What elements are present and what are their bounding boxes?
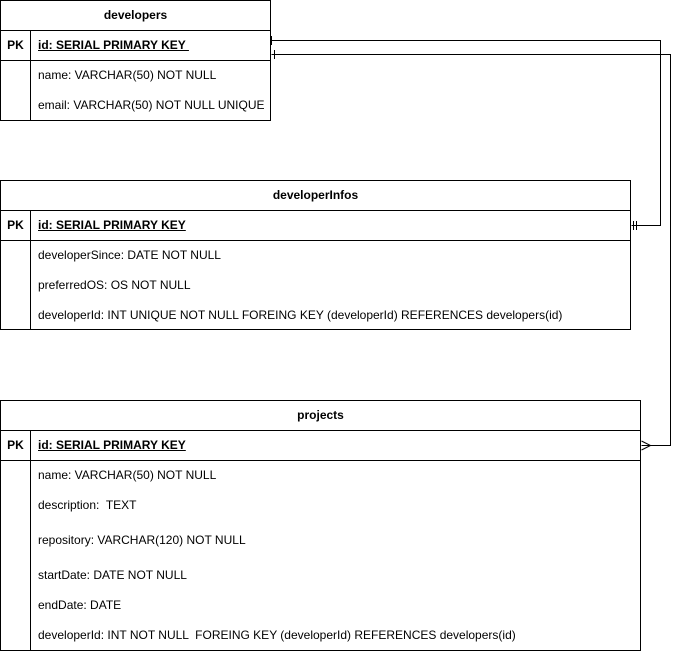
pk-label: PK xyxy=(1,211,31,240)
entity-developers[interactable]: developers PK id: SERIAL PRIMARY KEY nam… xyxy=(0,0,271,121)
field: developerSince: DATE NOT NULL xyxy=(38,248,221,262)
pk-field: id: SERIAL PRIMARY KEY xyxy=(38,38,189,52)
field: developerId: INT NOT NULL FOREING KEY (d… xyxy=(38,628,516,642)
pk-row: PK id: SERIAL PRIMARY KEY xyxy=(1,31,270,61)
entity-title: projects xyxy=(1,401,640,431)
key-column xyxy=(1,241,31,329)
pk-field: id: SERIAL PRIMARY KEY xyxy=(38,438,186,452)
field: preferredOS: OS NOT NULL xyxy=(38,278,191,292)
field: name: VARCHAR(50) NOT NULL xyxy=(38,68,217,82)
field: startDate: DATE NOT NULL xyxy=(38,568,187,582)
entity-projects[interactable]: projects PK id: SERIAL PRIMARY KEY name:… xyxy=(0,400,641,651)
field-list: name: VARCHAR(50) NOT NULL email: VARCHA… xyxy=(1,61,270,120)
many-marker xyxy=(641,440,652,451)
pk-row: PK id: SERIAL PRIMARY KEY xyxy=(1,211,630,241)
entity-developerInfos[interactable]: developerInfos PK id: SERIAL PRIMARY KEY… xyxy=(0,180,631,330)
pk-label: PK xyxy=(1,31,31,60)
field-list: name: VARCHAR(50) NOT NULL description: … xyxy=(1,461,640,650)
pk-label: PK xyxy=(1,431,31,460)
field: name: VARCHAR(50) NOT NULL xyxy=(38,468,217,482)
field: repository: VARCHAR(120) NOT NULL xyxy=(38,533,246,547)
field: endDate: DATE xyxy=(38,598,122,612)
key-column xyxy=(1,461,31,650)
field-list: developerSince: DATE NOT NULL preferredO… xyxy=(1,241,630,329)
one-and-only-one-marker xyxy=(633,221,637,230)
entity-title: developerInfos xyxy=(1,181,630,211)
field: email: VARCHAR(50) NOT NULL UNIQUE xyxy=(38,98,265,112)
entity-title: developers xyxy=(1,1,270,31)
pk-row: PK id: SERIAL PRIMARY KEY xyxy=(1,431,640,461)
pk-field: id: SERIAL PRIMARY KEY xyxy=(38,218,186,232)
field: developerId: INT UNIQUE NOT NULL FOREING… xyxy=(38,308,563,322)
key-column xyxy=(1,61,31,120)
field: description: TEXT xyxy=(38,498,137,512)
